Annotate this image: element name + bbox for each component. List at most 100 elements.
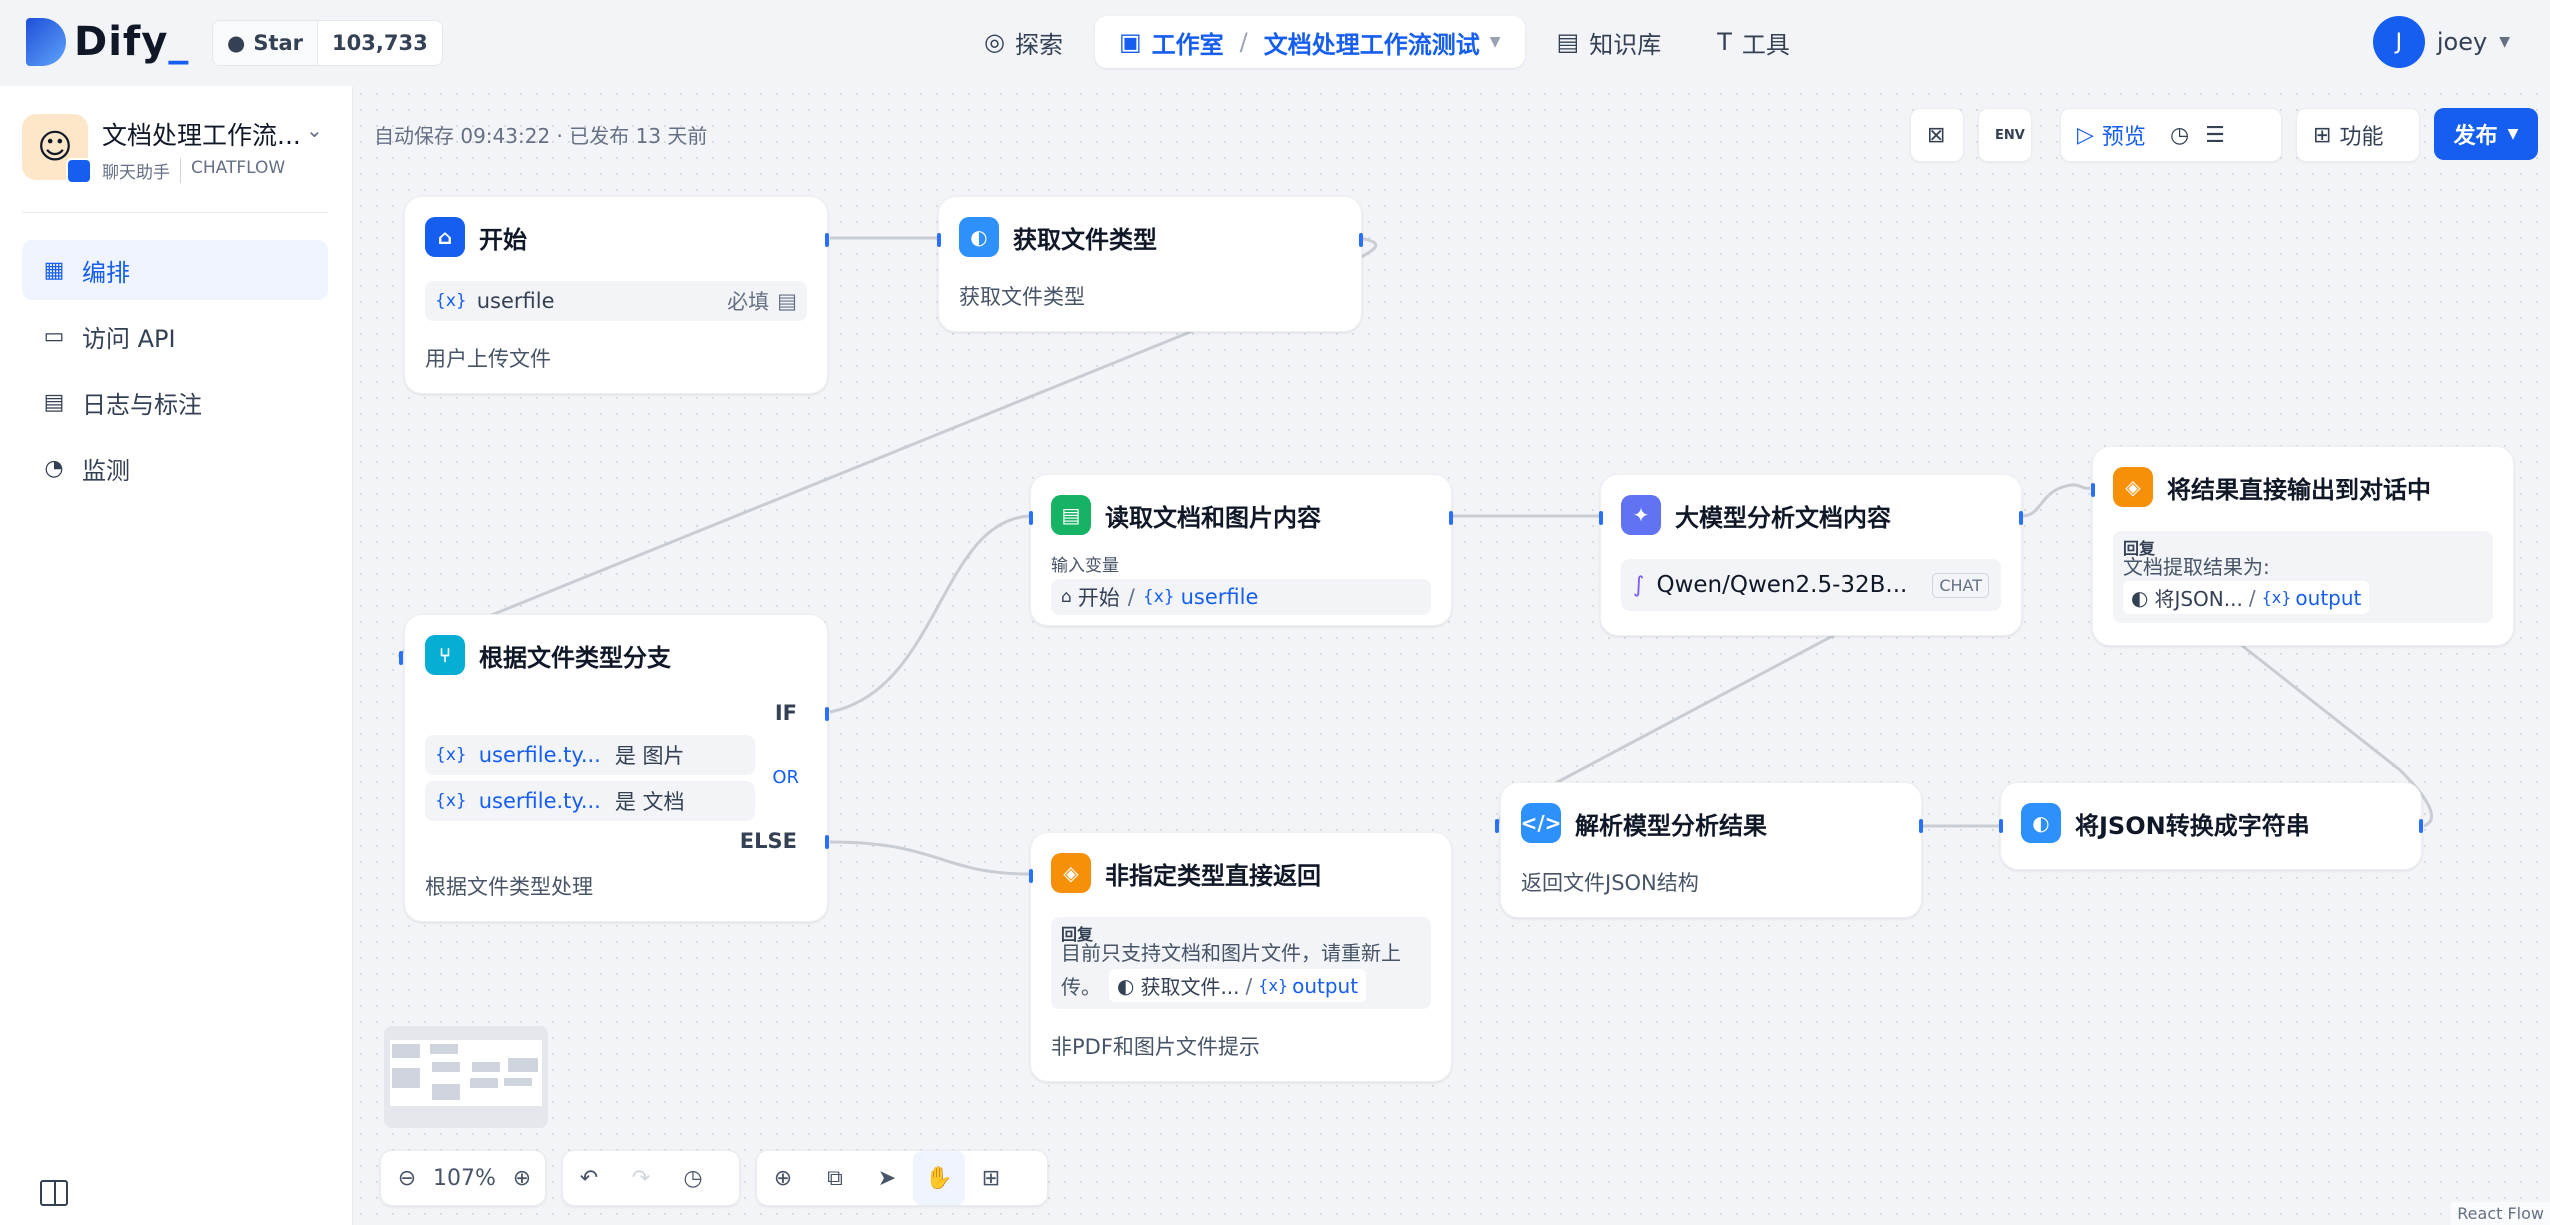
node-answer-unsupported[interactable]: ◈ 非指定类型直接返回 回复 目前只支持文档和图片文件，请重新上 传。 ◐ 获取文… <box>1029 832 1452 1082</box>
zoom-control: ⊖ 107% ⊕ <box>380 1150 546 1206</box>
list-icon: ☰ <box>2205 122 2225 148</box>
variable-icon: {x} <box>435 791 467 811</box>
answer-icon: ◈ <box>2113 467 2153 507</box>
condition-row: {x} userfile.ty... 是 图片 <box>425 735 755 775</box>
target-handle[interactable] <box>399 651 403 665</box>
answer-text: 文档提取结果为: <box>2123 555 2270 579</box>
target-handle[interactable] <box>2091 483 2095 497</box>
organize-icon[interactable]: ⊞ <box>965 1151 1017 1205</box>
env-icon: ENV <box>1995 127 2025 143</box>
node-description: 获取文件类型 <box>959 285 1085 309</box>
undo-icon[interactable]: ↶ <box>563 1151 615 1205</box>
node-title: 非指定类型直接返回 <box>1105 861 1321 890</box>
node-title: 开始 <box>479 225 527 254</box>
edge-if-read <box>829 514 1031 714</box>
pointer-icon[interactable]: ➤ <box>861 1151 913 1205</box>
target-handle[interactable] <box>937 233 941 247</box>
node-title: 解析模型分析结果 <box>1575 811 1767 840</box>
features-icon: ⊞ <box>2313 122 2332 148</box>
source-handle[interactable] <box>2419 819 2423 833</box>
hand-icon[interactable]: ✋ <box>913 1151 965 1205</box>
else-label: ELSE <box>739 829 797 853</box>
node-parse-result[interactable]: </> 解析模型分析结果 返回文件JSON结构 <box>1495 782 1923 918</box>
zoom-level[interactable]: 107% <box>433 1166 496 1191</box>
target-handle[interactable] <box>1029 869 1033 883</box>
features-button[interactable]: ⊞ 功能 <box>2296 108 2420 162</box>
model-name: Qwen/Qwen2.5-32B... <box>1656 572 1908 598</box>
publish-button[interactable]: 发布 ▼ <box>2434 108 2538 160</box>
node-description: 根据文件类型处理 <box>425 875 593 899</box>
reference-node: 将JSON... <box>2154 587 2243 611</box>
source-node: 开始 <box>1077 586 1120 610</box>
variable-icon: {x} <box>435 745 467 765</box>
variable-name: userfile <box>476 289 555 313</box>
minimap[interactable] <box>384 1026 548 1128</box>
history-icon: ◷ <box>2169 122 2190 148</box>
preview-button[interactable]: ▷ 预览 <box>2061 109 2162 161</box>
document-icon: ▤ <box>1051 495 1091 535</box>
else-source-handle[interactable] <box>825 835 829 849</box>
node-start[interactable]: ⌂ 开始 {x} userfile 必填 ▤ 用户上传文件 <box>404 196 829 394</box>
node-llm[interactable]: ✦ 大模型分析文档内容 ∫ Qwen/Qwen2.5-32B... CHAT <box>1599 474 2023 636</box>
branch-icon: ⑂ <box>425 635 465 675</box>
code-node-icon: ◐ <box>959 217 999 257</box>
run-history-button[interactable]: ◷ <box>2162 109 2197 161</box>
target-handle[interactable] <box>1599 511 1603 525</box>
path-separator: / <box>1245 973 1253 998</box>
target-handle[interactable] <box>1495 819 1499 833</box>
node-json-to-string[interactable]: ◐ 将JSON转换成字符串 <box>1999 782 2423 870</box>
add-node-icon[interactable]: ⊕ <box>757 1151 809 1205</box>
llm-icon: ✦ <box>1621 495 1661 535</box>
source-handle[interactable] <box>1919 819 1923 833</box>
edge-llm-answer <box>2021 483 2091 518</box>
react-flow-attribution[interactable]: React Flow <box>2451 1202 2550 1225</box>
code-node-icon: ◐ <box>2021 803 2061 843</box>
if-source-handle[interactable] <box>825 707 829 721</box>
zoom-out-icon[interactable]: ⊖ <box>381 1151 433 1205</box>
node-title: 根据文件类型分支 <box>479 643 671 672</box>
add-note-icon[interactable]: ⧉ <box>809 1151 861 1205</box>
answer-text: 目前只支持文档和图片文件，请重新上 <box>1061 941 1401 965</box>
variable-icon: {x} <box>1142 587 1175 607</box>
variable-icon: {x} <box>435 291 467 311</box>
condition-operator: 是 文档 <box>614 790 685 814</box>
autosave-status: 自动保存 09:43:22 · 已发布 13 天前 <box>374 124 708 148</box>
node-title: 将JSON转换成字符串 <box>2075 811 2310 840</box>
source-handle[interactable] <box>1449 511 1453 525</box>
target-handle[interactable] <box>1999 819 2003 833</box>
redo-icon[interactable]: ↷ <box>615 1151 667 1205</box>
node-description: 用户上传文件 <box>425 347 551 371</box>
zoom-in-icon[interactable]: ⊕ <box>496 1151 548 1205</box>
file-icon: ▤ <box>777 289 797 313</box>
node-title: 读取文档和图片内容 <box>1105 503 1321 532</box>
if-label: IF <box>774 701 797 725</box>
node-document-extractor[interactable]: ▤ 读取文档和图片内容 输入变量 ⌂ 开始 / {x} userfile <box>1029 474 1453 626</box>
condition-operator: 是 图片 <box>614 744 685 768</box>
edge-else-unsupported <box>829 840 1031 876</box>
node-if-else[interactable]: ⑂ 根据文件类型分支 IF {x} userfile.ty... 是 图片 {x}… <box>399 614 829 922</box>
model-selector: ∫ Qwen/Qwen2.5-32B... CHAT <box>1621 559 2001 611</box>
variable-icon: {x} <box>1258 976 1289 995</box>
source-handle[interactable] <box>2019 511 2023 525</box>
node-answer-result[interactable]: ◈ 将结果直接输出到对话中 回复 文档提取结果为: ◐ 将JSON... / {x… <box>2091 446 2514 646</box>
condition-variable: userfile.ty... <box>478 789 601 813</box>
features-label: 功能 <box>2339 125 2384 150</box>
answer-content: 回复 文档提取结果为: ◐ 将JSON... / {x} output <box>2113 531 2493 623</box>
source-handle[interactable] <box>1359 233 1363 247</box>
publish-label: 发布 <box>2453 124 2498 149</box>
answer-text-cont: 传。 <box>1061 975 1101 999</box>
model-provider-icon: ∫ <box>1633 572 1645 598</box>
version-history-icon[interactable]: ◷ <box>667 1151 719 1205</box>
variable-icon: {x} <box>2261 588 2292 607</box>
condition-variable: userfile.ty... <box>478 743 601 767</box>
target-handle[interactable] <box>1029 511 1033 525</box>
node-get-file-type[interactable]: ◐ 获取文件类型 获取文件类型 <box>937 196 1363 332</box>
history-control: ↶ ↷ ◷ <box>562 1150 740 1206</box>
checklist-icon: ⊠ <box>1927 122 1946 148</box>
answer-content: 回复 目前只支持文档和图片文件，请重新上 传。 ◐ 获取文件... / {x} … <box>1051 917 1431 1009</box>
checklist-button[interactable]: ⊠ <box>1910 108 1964 162</box>
env-button[interactable]: ENV <box>1978 108 2032 162</box>
source-handle[interactable] <box>825 233 829 247</box>
checklist-list-button[interactable]: ☰ <box>2197 109 2233 161</box>
code-node-icon: ◐ <box>1117 973 1135 998</box>
